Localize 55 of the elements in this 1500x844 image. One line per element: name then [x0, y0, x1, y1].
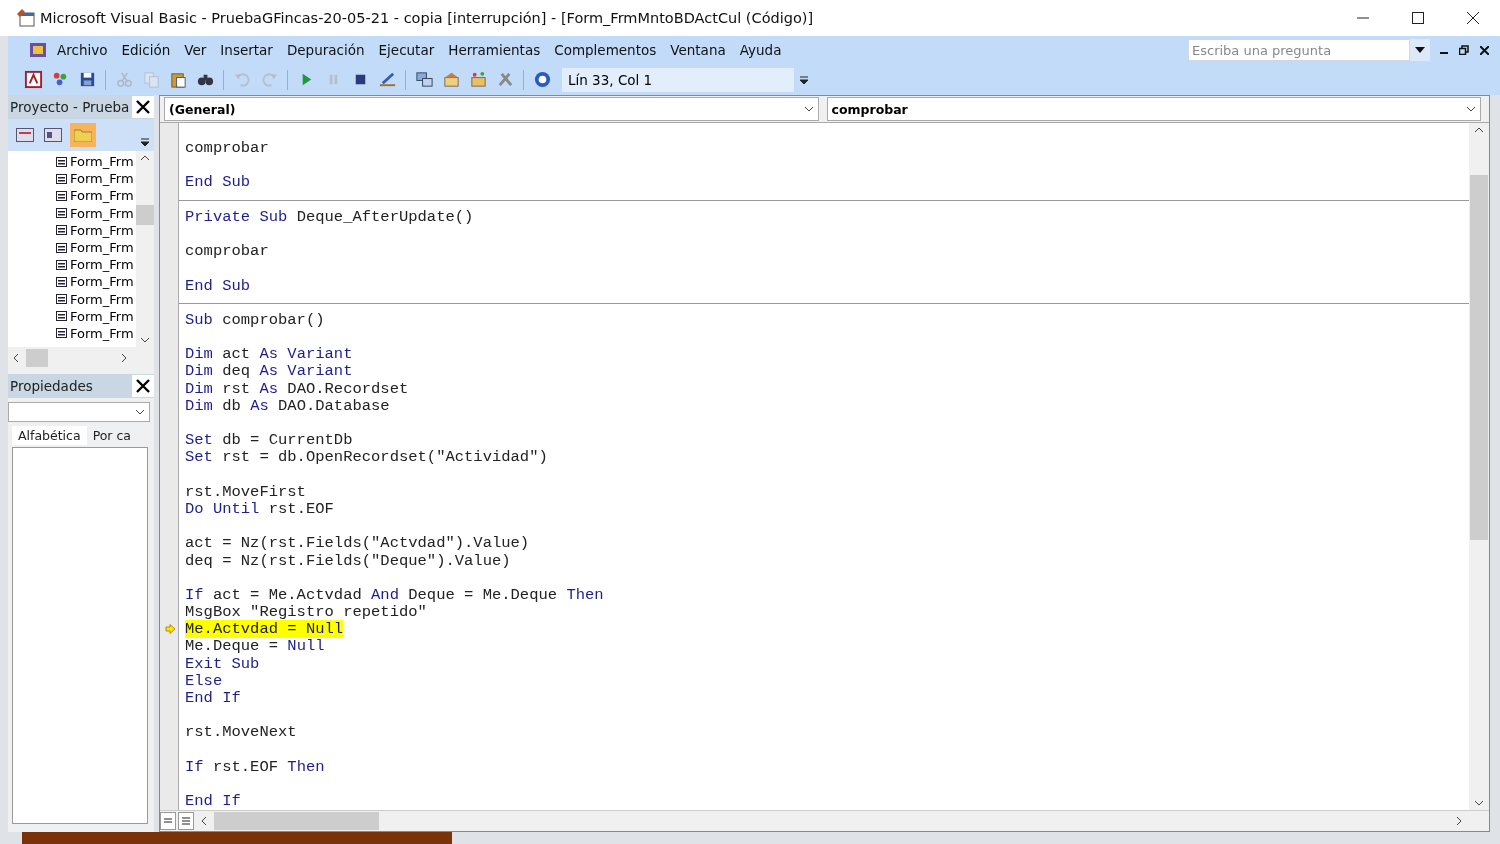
code-line: Me.Deque = Null	[185, 637, 325, 656]
menu-item[interactable]: Herramientas	[441, 42, 548, 58]
menu-item[interactable]: Ayuda	[732, 42, 789, 58]
menu-item[interactable]: Edición	[114, 42, 178, 58]
panel-title: Proyecto - Prueba	[10, 99, 130, 115]
code-line: Dim db As DAO.Database	[185, 396, 390, 415]
help-search-field[interactable]: Escriba una pregunta	[1188, 39, 1410, 61]
procedure-dropdown[interactable]: comprobar	[831, 101, 908, 117]
cursor-position: Lín 33, Col 1	[562, 67, 794, 92]
code-line: Else	[185, 671, 223, 690]
tree-item[interactable]: Form_Frm	[70, 274, 134, 290]
tree-item[interactable]: Form_Frm	[70, 325, 134, 341]
code-line: Do Until rst.EOF	[185, 499, 334, 518]
code-line: Exit Sub	[185, 654, 260, 673]
code-line: Set db = CurrentDb	[185, 431, 353, 450]
code-line: Set rst = db.OpenRecordset("Actividad")	[185, 448, 548, 467]
menu-item[interactable]: Insertar	[213, 42, 280, 58]
code-line: comprobar	[185, 242, 269, 261]
tree-item[interactable]: Form_Frm	[70, 257, 134, 273]
tab[interactable]: Alfabética	[12, 426, 87, 445]
code-line: End If	[185, 689, 241, 707]
panel-title: Propiedades	[10, 378, 93, 394]
tree-item[interactable]: Form_Frm	[70, 188, 134, 204]
object-dropdown[interactable]: (General)	[169, 101, 236, 117]
code-line: If rst.EOF Then	[185, 757, 325, 776]
code-line: End If	[185, 792, 241, 811]
code-line: If act = Me.Actvdad And Deque = Me.Deque Then	[185, 585, 604, 604]
menu-item[interactable]: Ventana	[663, 42, 733, 58]
code-line: act = Nz(rst.Fields("Actvdad").Value)	[185, 534, 530, 553]
code-line: Private Sub Deque_AfterUpdate()	[185, 207, 474, 226]
code-line: deq = Nz(rst.Fields("Deque").Value)	[185, 551, 511, 570]
code-line: End Sub	[185, 276, 251, 295]
tree-item[interactable]: Form_Frm	[70, 308, 134, 324]
code-line: comprobar	[185, 139, 269, 157]
code-line: Dim rst As DAO.Recordset	[185, 379, 409, 398]
tree-item[interactable]: Form_Frm	[70, 205, 134, 221]
tree-item[interactable]: Form_Frm	[70, 171, 134, 187]
code-line: Sub comprobar()	[185, 310, 325, 329]
code-line: Dim deq As Variant	[185, 362, 353, 381]
menu-item[interactable]: Complementos	[547, 42, 664, 58]
tree-item[interactable]: Form_Frm	[70, 154, 134, 170]
code-line: Dim act As Variant	[185, 345, 353, 364]
code-line: MsgBox "Registro repetido"	[185, 603, 427, 622]
tab[interactable]: Por ca	[86, 426, 137, 445]
tree-item[interactable]: Form_Frm	[70, 291, 134, 307]
code-line: rst.MoveNext	[185, 723, 297, 742]
window-title: Microsoft Visual Basic - PruebaGFincas-20-05-21 - copia [interrupción] - [Form_FrmMntoBDActCul (Código)]	[40, 10, 815, 26]
menu-item[interactable]: Ver	[177, 42, 214, 58]
menu-item[interactable]: Ejecutar	[371, 42, 442, 58]
tree-item[interactable]: Form_Frm	[70, 240, 134, 256]
code-line: End Sub	[185, 173, 251, 192]
menu-item[interactable]: Archivo	[50, 42, 115, 58]
menu-item[interactable]: Depuración	[279, 42, 372, 58]
code-line: rst.MoveFirst	[185, 482, 306, 501]
tree-item[interactable]: Form_Frm	[70, 222, 134, 238]
